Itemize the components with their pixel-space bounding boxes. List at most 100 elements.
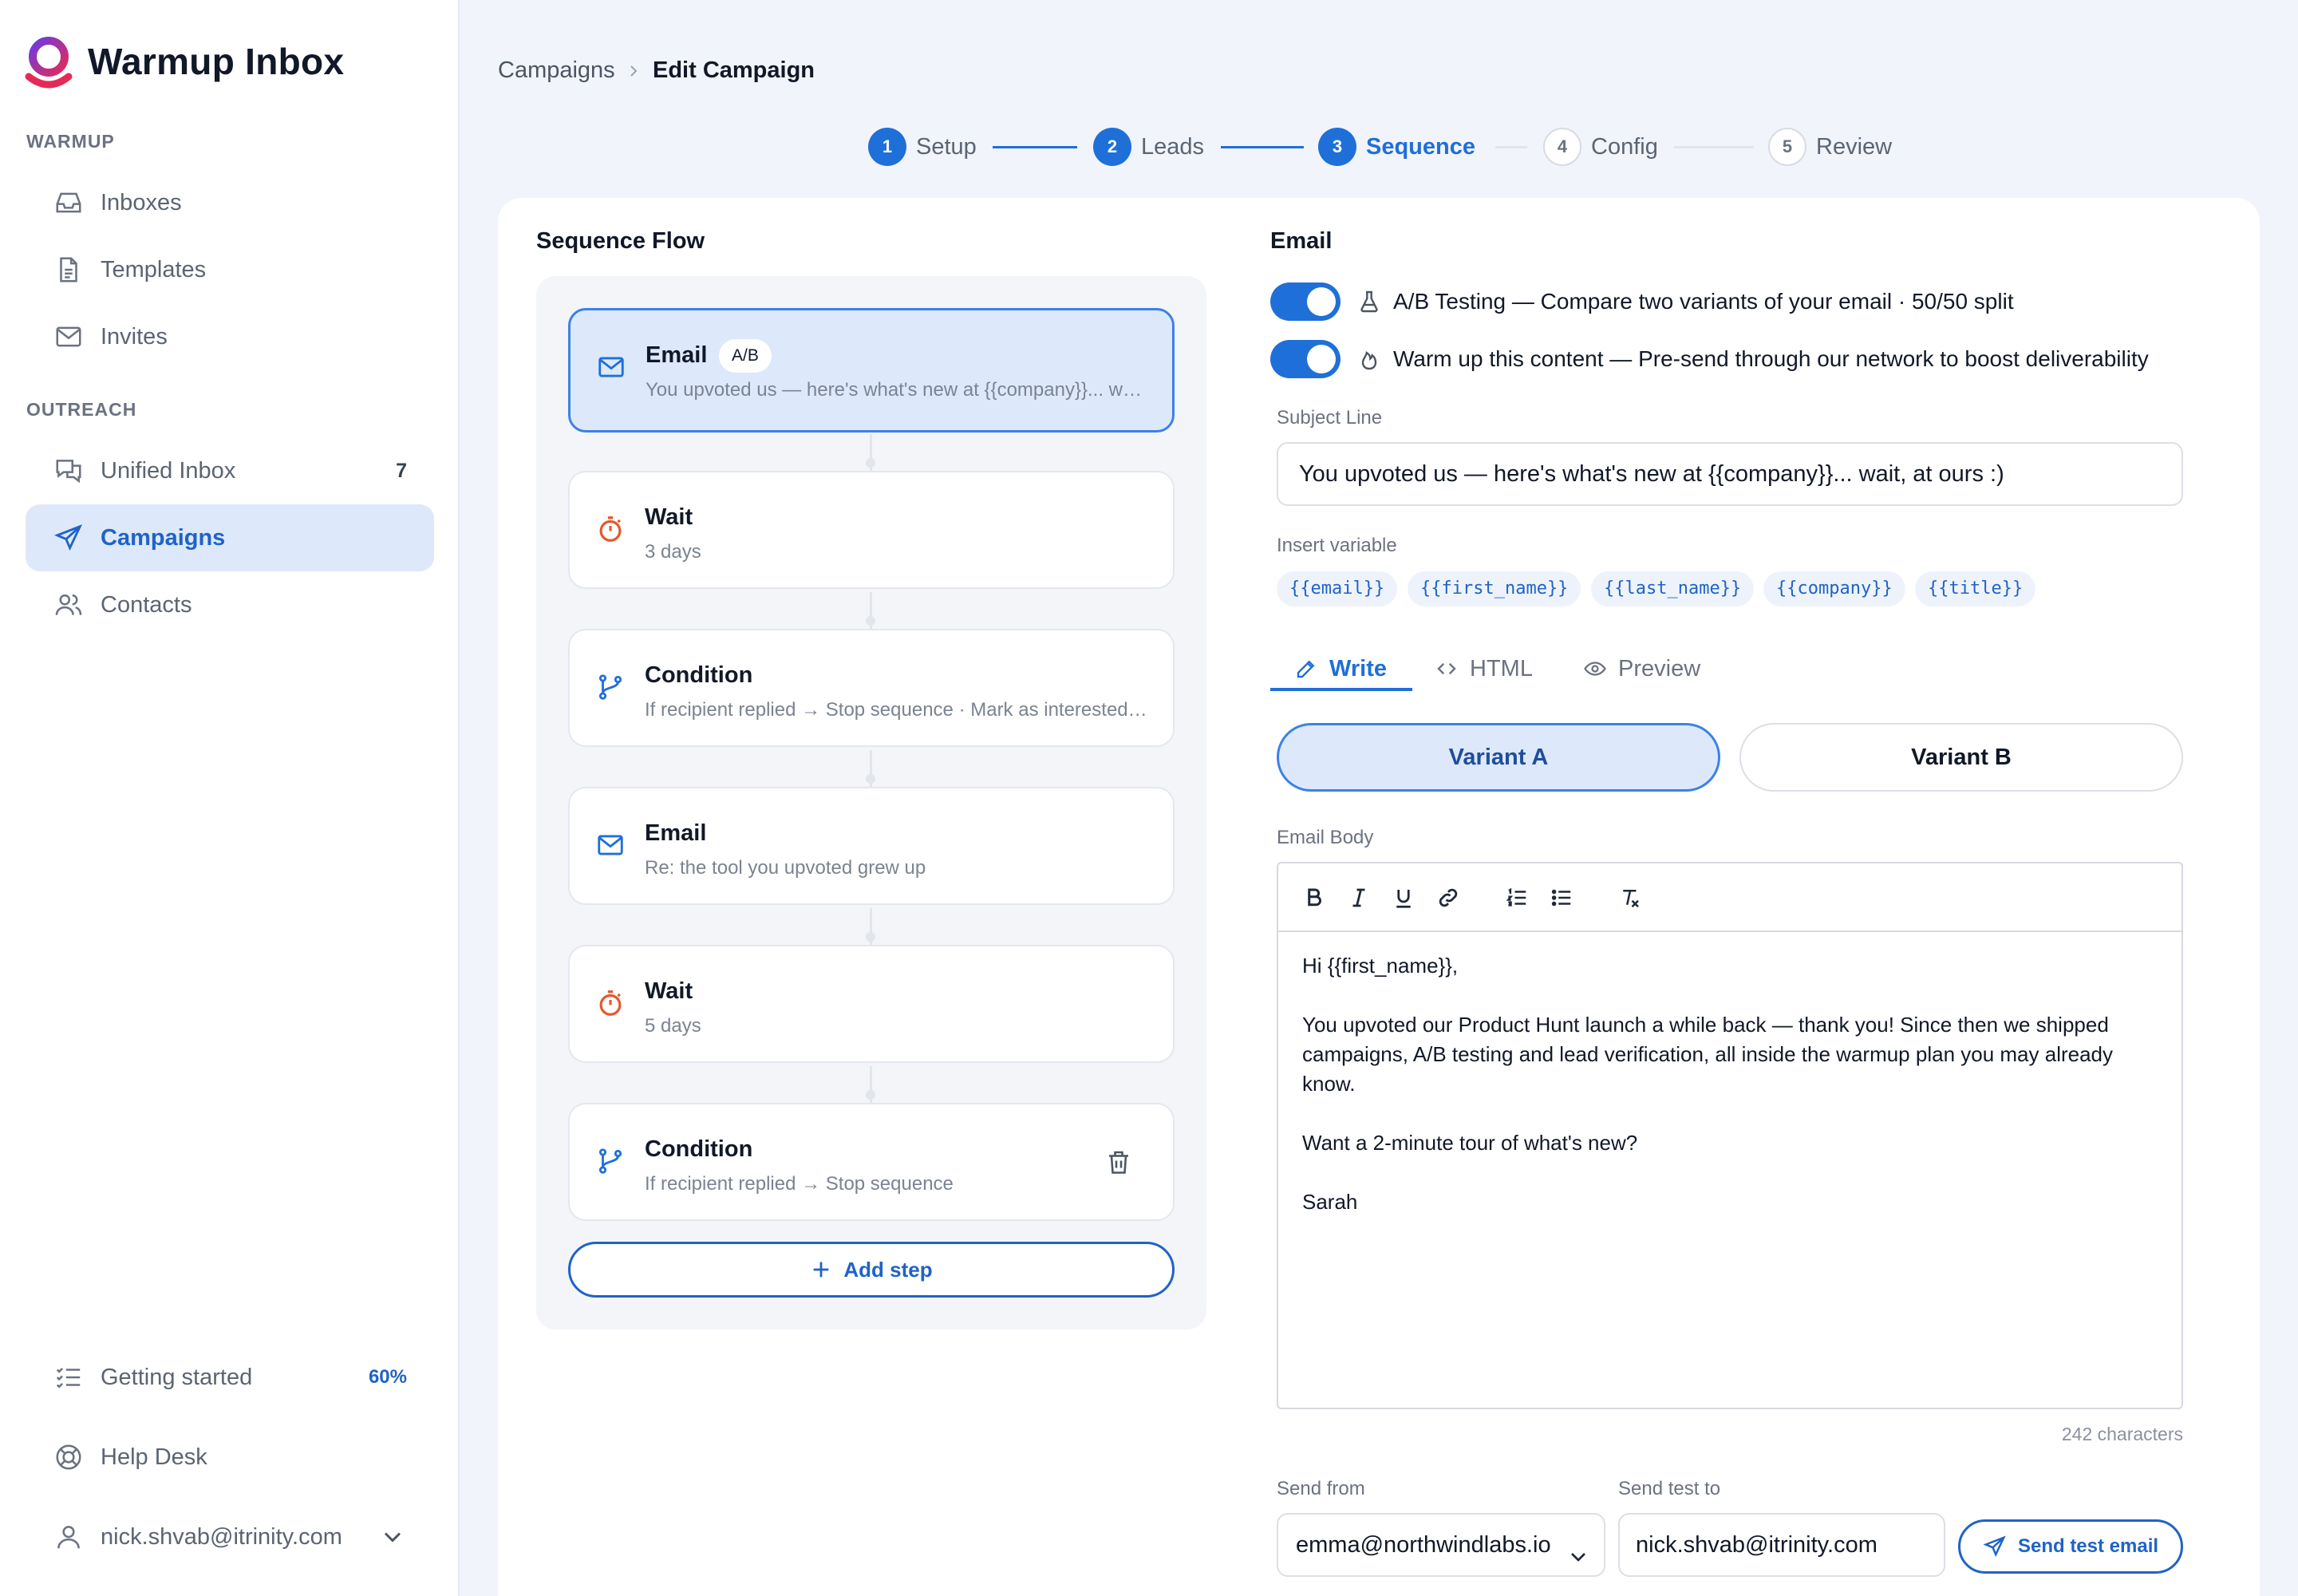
flow-step-subtitle: 5 days — [645, 1015, 701, 1037]
flame-icon — [1356, 346, 1382, 372]
step-4-label[interactable]: Config — [1591, 134, 1658, 160]
step-3-number[interactable]: 3 — [1318, 128, 1356, 166]
warmup-content-toggle[interactable] — [1270, 340, 1340, 378]
code-icon — [1435, 657, 1459, 681]
email-body-paragraph: Sarah — [1302, 1190, 1358, 1214]
underline-icon[interactable] — [1388, 883, 1419, 913]
send-icon — [1983, 1535, 2007, 1558]
flow-connector-dot — [866, 616, 875, 626]
account-menu[interactable]: nick.shvab@itrinity.com — [26, 1503, 434, 1570]
timer-icon — [595, 514, 627, 546]
trash-icon[interactable] — [1104, 1148, 1133, 1180]
flow-connector-dot — [866, 774, 875, 784]
step-5-number[interactable]: 5 — [1768, 128, 1806, 166]
flow-step-condition-2[interactable]: Condition If recipient replied → Stop se… — [568, 1103, 1175, 1221]
ab-badge: A/B — [719, 339, 772, 373]
flow-step-title: Wait — [645, 504, 693, 530]
italic-icon[interactable] — [1344, 883, 1374, 913]
step-4-number[interactable]: 4 — [1543, 128, 1581, 166]
checklist-icon — [53, 1361, 85, 1393]
clear-formatting-icon[interactable] — [1615, 883, 1645, 913]
flask-icon — [1356, 289, 1382, 314]
section-label-warmup: WARMUP — [26, 131, 115, 152]
variable-chip-last-name[interactable]: {{last_name}} — [1591, 571, 1755, 606]
branch-icon — [595, 672, 627, 704]
link-icon[interactable] — [1433, 883, 1463, 913]
email-body-paragraph: Hi {{first_name}}, — [1302, 954, 1459, 978]
variant-b-button[interactable]: Variant B — [1739, 723, 2183, 792]
sidebar-item-help-desk[interactable]: Help Desk — [26, 1424, 434, 1491]
ab-testing-toggle[interactable] — [1270, 282, 1340, 321]
sidebar-item-inboxes[interactable]: Inboxes — [26, 169, 434, 236]
flow-step-title: Condition — [645, 662, 753, 688]
flow-step-wait-2[interactable]: Wait 5 days — [568, 945, 1175, 1063]
chat-icon — [53, 455, 85, 487]
insert-variable-label: Insert variable — [1277, 535, 1397, 556]
chevron-right-icon — [624, 59, 643, 87]
flow-connector-dot — [866, 932, 875, 942]
variable-chip-email[interactable]: {{email}} — [1277, 571, 1398, 606]
send-test-to-input[interactable]: nick.shvab@itrinity.com — [1618, 1513, 1945, 1577]
flow-step-title: Condition — [645, 1136, 753, 1162]
chevron-down-icon — [1566, 1532, 1591, 1593]
step-3-label[interactable]: Sequence — [1366, 134, 1475, 160]
step-connector — [1495, 146, 1527, 148]
chevron-down-icon[interactable] — [378, 1523, 407, 1558]
step-2-number[interactable]: 2 — [1093, 128, 1131, 166]
flow-step-title: Email — [646, 342, 708, 368]
flow-step-email-2[interactable]: Email Re: the tool you upvoted grew up — [568, 787, 1175, 905]
step-connector — [993, 146, 1077, 148]
ab-testing-label: A/B Testing — Compare two variants of yo… — [1393, 289, 2014, 314]
character-count: 242 characters — [2061, 1424, 2183, 1444]
step-2-label[interactable]: Leads — [1141, 134, 1204, 160]
send-from-select[interactable]: emma@northwindlabs.io — [1277, 1513, 1605, 1577]
step-5-label[interactable]: Review — [1816, 134, 1892, 160]
sidebar-item-invites[interactable]: Invites — [26, 303, 434, 370]
sidebar-item-label: Contacts — [101, 591, 192, 618]
bold-icon[interactable] — [1299, 883, 1329, 913]
variable-chip-first-name[interactable]: {{first_name}} — [1408, 571, 1581, 606]
flow-step-title: Email — [645, 820, 707, 846]
formatting-toolbar — [1278, 863, 2182, 932]
flow-step-wait-1[interactable]: Wait 3 days — [568, 471, 1175, 589]
tab-label: HTML — [1470, 655, 1533, 681]
unread-count-badge: 7 — [396, 459, 407, 482]
flow-step-condition-1[interactable]: Condition If recipient replied → Stop se… — [568, 629, 1175, 747]
variable-chip-company[interactable]: {{company}} — [1763, 571, 1905, 606]
flow-step-email-1[interactable]: Email A/B You upvoted us — here's what's… — [568, 308, 1175, 433]
add-step-button[interactable]: Add step — [568, 1242, 1175, 1298]
active-tab-indicator — [1270, 688, 1412, 691]
flow-step-subtitle: If recipient replied → Stop sequence — [645, 1173, 954, 1195]
tab-label: Preview — [1618, 655, 1701, 681]
step-1-number[interactable]: 1 — [868, 128, 906, 166]
account-email: nick.shvab@itrinity.com — [101, 1523, 342, 1550]
breadcrumb-campaigns-link[interactable]: Campaigns — [498, 57, 615, 84]
tab-write[interactable]: Write — [1294, 646, 1387, 691]
flow-step-subtitle: Re: the tool you upvoted grew up — [645, 857, 926, 879]
sidebar-item-getting-started[interactable]: Getting started 60% — [26, 1344, 434, 1411]
send-test-email-button[interactable]: Send test email — [1958, 1519, 2183, 1574]
variable-chip-title[interactable]: {{title}} — [1915, 571, 2036, 606]
email-body-editor[interactable]: Hi {{first_name}}, You upvoted our Produ… — [1277, 862, 2183, 1409]
tab-preview[interactable]: Preview — [1583, 646, 1700, 691]
plus-icon — [810, 1258, 832, 1281]
numbered-list-icon[interactable] — [1502, 883, 1532, 913]
step-1-label[interactable]: Setup — [916, 134, 977, 160]
sidebar-item-unified-inbox[interactable]: Unified Inbox 7 — [26, 437, 434, 504]
sidebar-item-campaigns[interactable]: Campaigns — [26, 504, 434, 571]
section-label-outreach: OUTREACH — [26, 399, 137, 420]
warmup-inbox-logo-icon[interactable] — [24, 35, 73, 91]
variant-a-button[interactable]: Variant A — [1277, 723, 1720, 792]
email-editor-title: Email — [1270, 228, 1333, 254]
email-body-content[interactable]: Hi {{first_name}}, You upvoted our Produ… — [1302, 951, 2156, 1246]
subject-line-input[interactable]: You upvoted us — here's what's new at {{… — [1277, 442, 2183, 506]
tab-html[interactable]: HTML — [1435, 646, 1533, 691]
sidebar-item-templates[interactable]: Templates — [26, 236, 434, 303]
sidebar-item-contacts[interactable]: Contacts — [26, 571, 434, 638]
timer-icon — [595, 988, 627, 1020]
branch-icon — [595, 1146, 627, 1178]
sidebar-item-label: Campaigns — [101, 524, 226, 551]
bulleted-list-icon[interactable] — [1546, 883, 1577, 913]
flow-connector-dot — [866, 458, 875, 468]
send-from-label: Send from — [1277, 1478, 1365, 1499]
